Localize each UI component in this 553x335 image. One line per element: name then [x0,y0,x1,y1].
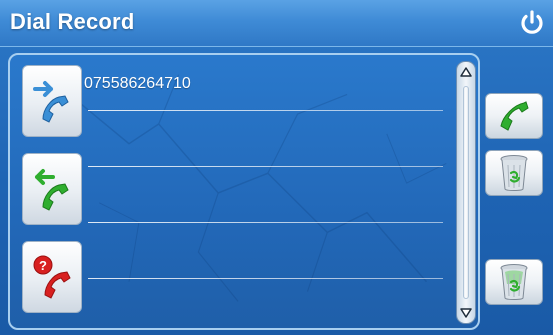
record-panel: ? 075586264710 [8,53,480,330]
missed-calls-button[interactable]: ? [22,241,82,313]
title-bar: Dial Record [0,0,553,47]
power-button[interactable] [517,8,547,38]
page-title: Dial Record [10,9,135,34]
triangle-up-icon [460,67,472,77]
row-divider [88,166,443,167]
delete-button[interactable] [485,150,543,196]
scrollbar[interactable] [456,61,476,324]
outgoing-calls-button[interactable] [22,65,82,137]
trash-full-icon [500,264,528,300]
dial-button[interactable] [485,93,543,139]
delete-all-button[interactable] [485,259,543,305]
svg-text:?: ? [39,258,47,273]
power-icon [521,10,543,34]
incoming-calls-button[interactable] [22,153,82,225]
trash-icon [500,155,528,191]
scroll-up-button[interactable] [458,64,474,80]
row-divider [88,278,443,279]
phone-handset-icon [500,101,529,131]
scroll-thumb[interactable] [463,86,469,299]
row-divider [88,222,443,223]
missed-call-icon: ? [33,255,71,299]
scroll-down-button[interactable] [458,305,474,321]
row-divider [88,110,443,111]
incoming-call-icon [35,169,69,211]
triangle-down-icon [460,308,472,318]
record-number[interactable]: 075586264710 [84,75,191,93]
outgoing-call-icon [33,81,69,123]
